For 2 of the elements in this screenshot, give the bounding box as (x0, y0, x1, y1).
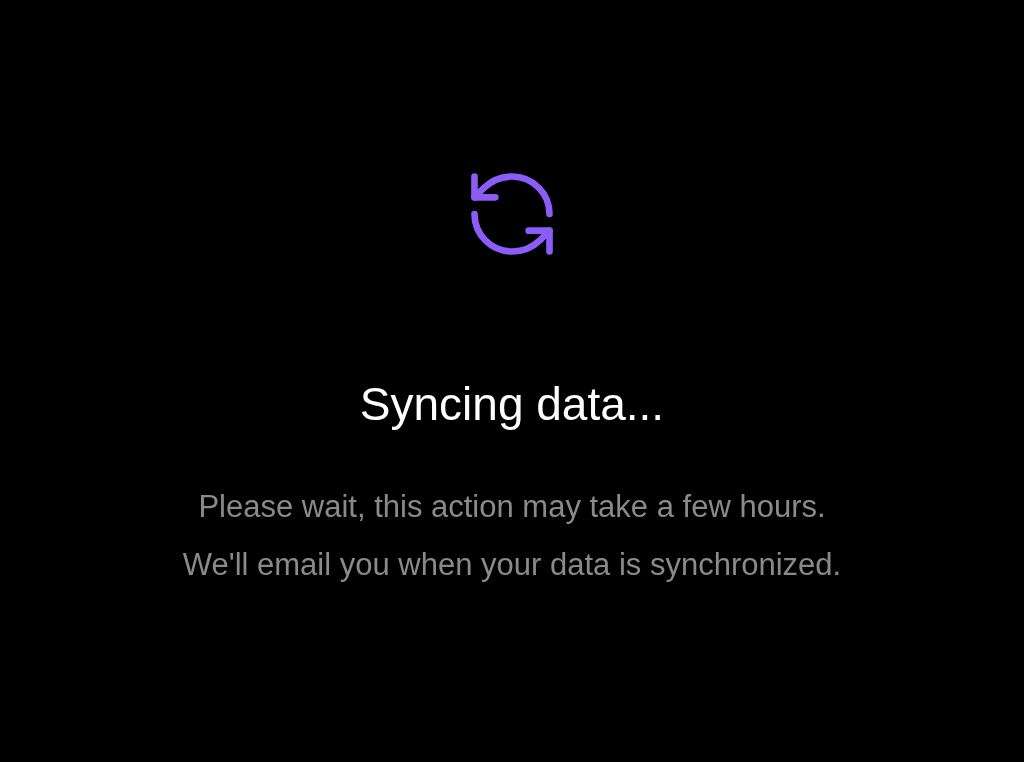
title: Syncing data... (359, 377, 665, 432)
message: Please wait, this action may take a few hours. We'll email you when your data is synchronized. (182, 488, 842, 584)
